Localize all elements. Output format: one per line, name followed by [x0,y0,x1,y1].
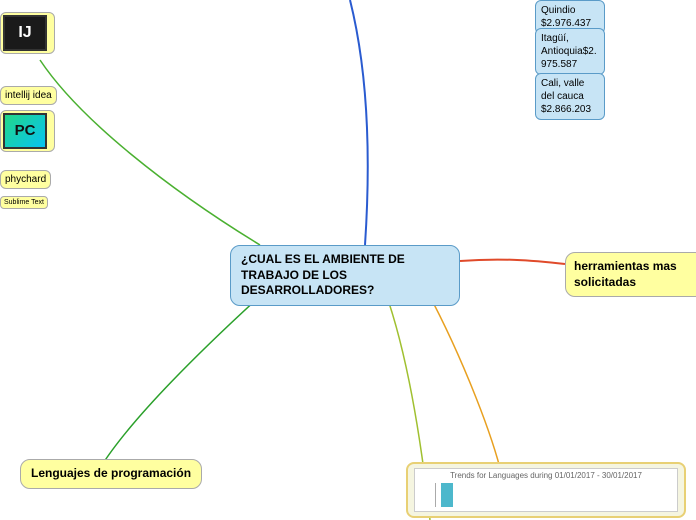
connector-blue-up [350,0,368,245]
connector-green-upleft [40,60,260,245]
central-topic[interactable]: ¿CUAL ES EL AMBIENTE DE TRABAJO DE LOS D… [230,245,460,306]
herramientas-label: herramientas mas solicitadas [574,259,677,289]
connector-green-left [100,278,280,468]
salary-itagui[interactable]: Itagüí, Antioquia$2.975.587 [535,28,605,75]
intellij-text: intellij idea [5,90,52,101]
chart-axis [435,483,436,507]
itagui-text: Itagüí, Antioquia$2.975.587 [541,33,597,70]
chart-bar [441,483,453,507]
quindio-text: Quindio $2.976.437 [541,5,591,29]
chart-title: Trends for Languages during 01/01/2017 -… [415,469,677,480]
intellij-icon: IJ [3,15,47,51]
herramientas-node[interactable]: herramientas mas solicitadas [565,252,696,297]
chart-node[interactable]: Trends for Languages during 01/01/2017 -… [406,462,686,518]
connector-red [460,260,565,264]
connector-orange-chart [420,278,500,468]
cali-text: Cali, valle del cauca $2.866.203 [541,78,591,115]
phychart-icon: PC [3,113,47,149]
salary-cali[interactable]: Cali, valle del cauca $2.866.203 [535,73,605,120]
sublime-text: Sublime Text [4,199,44,206]
lenguajes-node[interactable]: Lenguajes de programación [20,459,202,489]
phychart-thumb[interactable]: PC [0,110,55,152]
phychart-text: phychard [5,174,46,185]
phychart-label-node[interactable]: phychard [0,170,51,189]
lenguajes-label: Lenguajes de programación [31,466,191,480]
intellij-thumb[interactable]: IJ [0,12,55,54]
intellij-label-node[interactable]: intellij idea [0,86,57,105]
sublime-label-node[interactable]: Sublime Text [0,196,48,209]
chart-inner: Trends for Languages during 01/01/2017 -… [414,468,678,512]
central-title: ¿CUAL ES EL AMBIENTE DE TRABAJO DE LOS D… [241,252,405,297]
